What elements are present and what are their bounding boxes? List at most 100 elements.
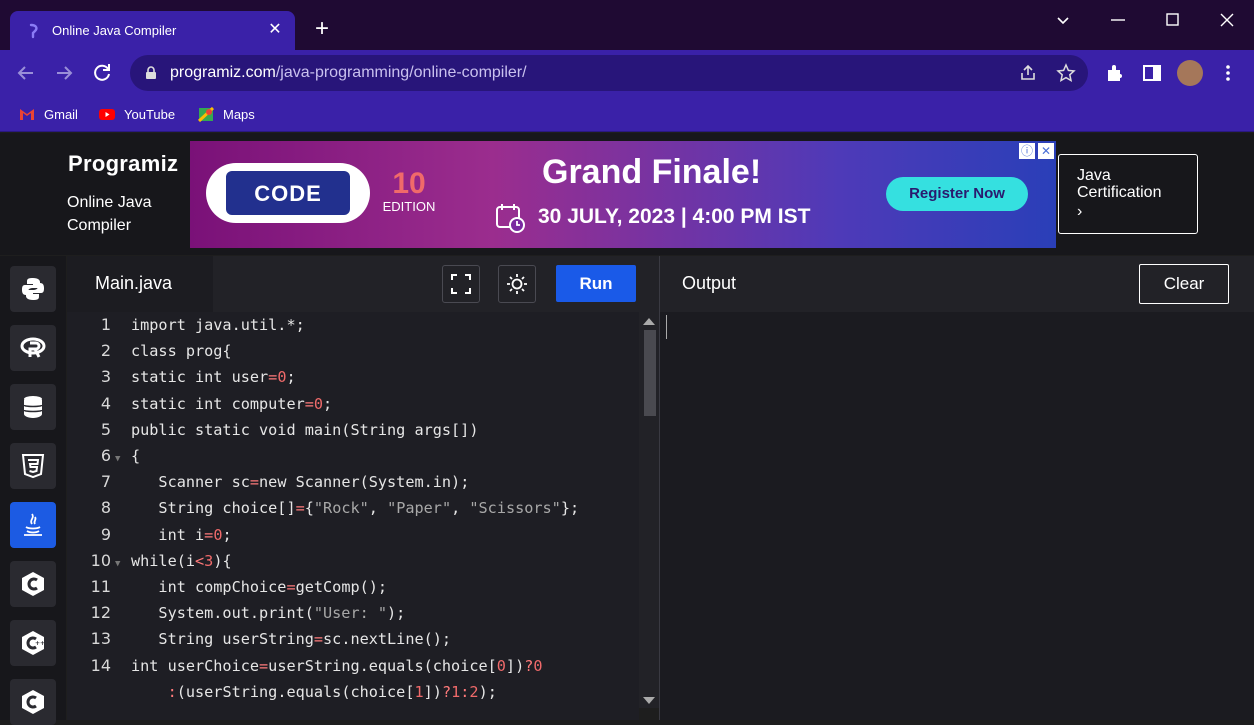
editor-header: Main.java Run [67, 256, 659, 312]
run-button[interactable]: Run [556, 265, 636, 302]
youtube-icon [99, 109, 115, 120]
line-number: 7 [100, 472, 111, 492]
lang-java[interactable] [10, 502, 56, 548]
csharp-icon [22, 690, 44, 714]
browser-toolbar: programiz.com/java-programming/online-co… [0, 50, 1254, 96]
code-text: while(i<3){ [131, 551, 232, 570]
r-icon [20, 337, 46, 358]
new-tab-button[interactable]: + [310, 17, 334, 42]
text-caret [666, 315, 667, 339]
reload-icon[interactable] [90, 61, 114, 85]
chevron-right-icon: › [1077, 203, 1083, 220]
code-line[interactable]: 2 class prog{ [67, 338, 639, 364]
bookmark-star-icon[interactable] [1056, 63, 1076, 83]
minimize-icon[interactable] [1106, 8, 1130, 32]
bookmark-maps[interactable]: Maps [197, 103, 255, 125]
lang-python[interactable] [10, 266, 56, 312]
line-number: 8 [100, 498, 111, 518]
bookmark-youtube[interactable]: YouTube [98, 103, 175, 125]
code-text: int userChoice=userString.equals(choice[… [131, 656, 543, 675]
code-line[interactable]: 4 static int computer=0; [67, 391, 639, 417]
maximize-icon[interactable] [1160, 8, 1184, 32]
code-line[interactable]: 1 import java.util.*; [67, 312, 639, 338]
python-icon [22, 278, 44, 300]
ad-title: Grand Finale! [542, 153, 762, 191]
programiz-logo[interactable]: Programiz [68, 151, 178, 177]
lang-cpp[interactable]: ++ [10, 620, 56, 666]
language-sidebar: ++ [0, 256, 66, 725]
code-line[interactable]: 10 ▼ while(i<3){ [67, 548, 639, 574]
lang-csharp[interactable] [10, 679, 56, 725]
code-line[interactable]: 13 String userString=sc.nextLine(); [67, 626, 639, 652]
ad-date: 30 JULY, 2023 | 4:00 PM IST [538, 205, 811, 228]
register-now-button[interactable]: Register Now [886, 177, 1028, 211]
bookmark-label: Gmail [44, 106, 78, 122]
ad-close-icon[interactable]: ✕ [1038, 143, 1054, 159]
code-line[interactable]: 3 static int user=0; [67, 364, 639, 390]
java-certification-button[interactable]: Java Certification › [1058, 154, 1198, 234]
lang-html[interactable] [10, 443, 56, 489]
tab-search-chevron-icon[interactable] [1051, 8, 1075, 32]
bookmark-gmail[interactable]: Gmail [18, 103, 78, 125]
line-number: 4 [100, 393, 111, 413]
output-console[interactable] [660, 312, 1254, 720]
edition-number: 10 [392, 167, 426, 200]
back-icon[interactable] [14, 61, 38, 85]
maps-icon [197, 106, 215, 123]
extensions-icon[interactable] [1103, 61, 1127, 85]
code-line[interactable]: 7 Scanner sc=new Scanner(System.in); [67, 469, 639, 495]
edition-mark: 10 EDITION [378, 167, 440, 215]
code-line[interactable]: :(userString.equals(choice[1])?1:2); [67, 679, 639, 705]
close-window-icon[interactable] [1215, 8, 1239, 32]
scrollbar-thumb[interactable] [644, 330, 656, 416]
line-number: 1 [100, 315, 111, 334]
tab-title: Online Java Compiler [52, 23, 177, 38]
menu-kebab-icon[interactable] [1216, 61, 1240, 85]
url-text[interactable]: programiz.com/java-programming/online-co… [170, 64, 527, 82]
forward-icon[interactable] [52, 61, 76, 85]
code-text: String choice[]={"Rock", "Paper", "Sciss… [131, 499, 580, 518]
code-line[interactable]: 14 int userChoice=userString.equals(choic… [67, 653, 639, 679]
fullscreen-button[interactable] [442, 265, 480, 303]
lang-r[interactable] [10, 325, 56, 371]
c-icon [22, 572, 44, 596]
code-line[interactable]: 9 int i=0; [67, 522, 639, 548]
ad-banner[interactable]: CODE 10 EDITION Grand Finale! 30 JULY, 2… [190, 141, 1056, 248]
bookmark-label: YouTube [124, 106, 176, 122]
page-header: Programiz Online Java Compiler CODE 10 E… [0, 133, 1254, 255]
line-number: 10 [90, 550, 111, 570]
code-line[interactable]: 5 public static void main(String args[]) [67, 417, 639, 443]
code-line[interactable]: 6 ▼{ [67, 443, 639, 469]
code-line[interactable]: 8 String choice[]={"Rock", "Paper", "Sci… [67, 495, 639, 521]
line-number: 11 [90, 577, 111, 596]
clear-button[interactable]: Clear [1139, 264, 1229, 304]
profile-avatar[interactable] [1177, 60, 1203, 86]
editor-scrollbar[interactable] [639, 312, 659, 708]
fullscreen-icon [451, 274, 471, 294]
address-bar[interactable]: programiz.com/java-programming/online-co… [130, 55, 1088, 91]
browser-tab-active[interactable]: Online Java Compiler ✕ [10, 11, 295, 50]
code-editor[interactable]: 1 import java.util.*; 2 class prog{3 static … [67, 312, 639, 720]
bookmark-label: Maps [223, 106, 255, 122]
file-tab-main-java[interactable]: Main.java [67, 256, 213, 312]
cert-label: Java Certification [1077, 167, 1162, 201]
scroll-down-arrow-icon[interactable] [643, 697, 655, 704]
code-line[interactable]: 11 int compChoice=getComp(); [67, 574, 639, 600]
code-line[interactable]: 12 System.out.print("User: "); [67, 600, 639, 626]
html5-icon [21, 454, 45, 479]
calendar-clock-icon [496, 204, 525, 233]
line-number: 12 [90, 603, 111, 623]
share-icon[interactable] [1018, 63, 1038, 83]
lock-icon[interactable] [144, 66, 158, 80]
theme-toggle-button[interactable] [498, 265, 536, 303]
tab-close-icon[interactable]: ✕ [265, 20, 285, 40]
lang-c[interactable] [10, 561, 56, 607]
code-text: String userString=sc.nextLine(); [131, 630, 452, 649]
code-text: { [131, 447, 141, 465]
java-icon [24, 513, 42, 536]
code-text: int compChoice=getComp(); [131, 578, 388, 596]
lang-sql[interactable] [10, 384, 56, 430]
scroll-up-arrow-icon[interactable] [643, 318, 655, 325]
ad-info-icon[interactable]: ⓘ [1019, 143, 1035, 159]
side-panel-icon[interactable] [1140, 61, 1164, 85]
